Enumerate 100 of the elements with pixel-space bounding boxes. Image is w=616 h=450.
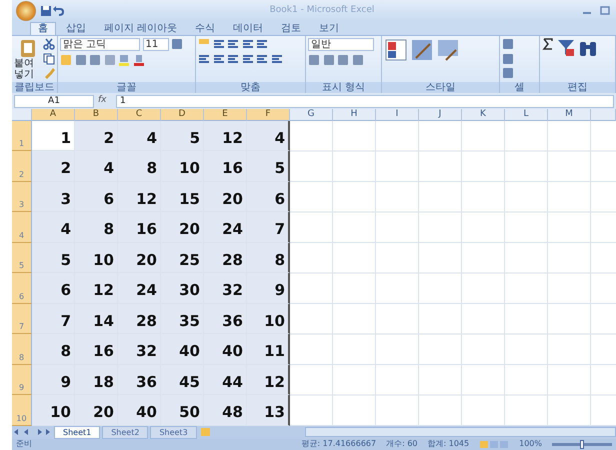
row-header[interactable]: 8 <box>12 334 32 365</box>
column-header[interactable]: E <box>204 108 247 121</box>
conditional-format-icon[interactable] <box>384 38 408 62</box>
table-cell: 16 <box>204 151 247 182</box>
zoom-slider-thumb[interactable] <box>580 440 584 449</box>
fill-color-icon[interactable] <box>118 54 130 66</box>
align-center-icon[interactable] <box>212 52 224 64</box>
row-header[interactable]: 5 <box>12 242 32 274</box>
table-cell: 12 <box>204 120 247 152</box>
status-mode: 준비 <box>16 438 32 450</box>
ribbon-tab[interactable]: 페이지 레이아웃 <box>96 22 186 35</box>
align-middle-icon[interactable] <box>212 38 224 50</box>
table-cell: 11 <box>247 334 290 365</box>
ribbon-tab[interactable]: 삽입 <box>58 22 94 35</box>
table-cell: 28 <box>118 304 161 334</box>
column-header[interactable]: J <box>419 108 462 121</box>
column-header[interactable]: L <box>505 108 548 121</box>
column-header[interactable]: D <box>161 108 204 121</box>
function-label[interactable]: fx <box>98 94 112 108</box>
table-cell: 45 <box>161 364 204 396</box>
table-cell: 3 <box>32 182 75 212</box>
group-label: 클립보드 <box>12 82 57 94</box>
column-header[interactable]: K <box>462 108 505 121</box>
table-cell: 6 <box>247 182 290 212</box>
orientation-icon[interactable] <box>242 38 254 50</box>
table-cell: 15 <box>161 182 204 212</box>
column-header[interactable]: B <box>75 108 118 121</box>
table-cell: 48 <box>204 395 247 426</box>
number-format-field[interactable]: 일반 <box>308 38 374 51</box>
row-header[interactable]: 6 <box>12 273 32 304</box>
column-header[interactable]: I <box>376 108 419 121</box>
group-label: 맞춤 <box>196 82 305 94</box>
sum-icon[interactable] <box>542 38 554 50</box>
table-cell: 20 <box>75 395 118 426</box>
sheet-tab[interactable]: Sheet1 <box>54 426 100 439</box>
align-left-icon[interactable] <box>198 52 210 64</box>
column-header[interactable]: H <box>333 108 376 121</box>
ribbon-tab[interactable]: 홈 <box>30 22 56 35</box>
row-header[interactable]: 10 <box>12 395 32 426</box>
indent-icon[interactable] <box>256 52 268 64</box>
table-cell: 12 <box>118 182 161 212</box>
table-cell: 40 <box>161 334 204 365</box>
column-header[interactable]: M <box>548 108 591 121</box>
ribbon-tab[interactable]: 수식 <box>187 22 224 35</box>
merge-icon[interactable] <box>270 52 282 64</box>
sort-filter-icon[interactable] <box>556 38 576 58</box>
horizontal-scrollbar[interactable] <box>304 427 616 438</box>
table-cell: 28 <box>204 242 247 274</box>
group-label: 편집 <box>540 82 615 94</box>
paste-label[interactable]: 붙여넣기 <box>14 58 41 80</box>
undo-icon[interactable] <box>52 4 64 17</box>
table-format-icon[interactable] <box>410 38 434 62</box>
wrap-text-icon[interactable] <box>256 38 268 50</box>
align-right-icon[interactable] <box>227 52 239 64</box>
table-cell: 2 <box>32 151 75 182</box>
column-header[interactable]: G <box>290 108 333 121</box>
office-button[interactable] <box>16 0 36 21</box>
column-header[interactable] <box>591 108 616 121</box>
ribbon-tab[interactable]: 검토 <box>273 22 310 35</box>
table-cell: 32 <box>204 273 247 304</box>
align-bottom-icon[interactable] <box>227 38 239 50</box>
column-header[interactable]: F <box>247 108 290 121</box>
row-header[interactable]: 3 <box>12 182 32 212</box>
maximize-icon[interactable] <box>598 6 612 16</box>
sheet-tab[interactable]: Sheet3 <box>150 426 197 439</box>
table-cell: 1 <box>32 120 75 152</box>
save-icon[interactable] <box>40 4 52 17</box>
table-cell: 4 <box>32 212 75 243</box>
ribbon-tab[interactable]: 데이터 <box>225 22 272 35</box>
table-cell: 9 <box>32 364 75 396</box>
select-all-button[interactable] <box>12 108 32 121</box>
table-cell: 36 <box>204 304 247 334</box>
font-size-field[interactable]: 11 <box>142 38 168 51</box>
font-color-icon[interactable] <box>132 54 144 66</box>
table-cell: 24 <box>204 212 247 243</box>
column-header[interactable]: C <box>118 108 161 121</box>
column-header[interactable]: A <box>32 108 75 121</box>
cell-style-icon[interactable] <box>436 38 460 62</box>
font-name-field[interactable]: 맑은 고딕 <box>60 38 140 51</box>
table-cell: 16 <box>75 334 118 365</box>
name-box[interactable]: A1 <box>14 94 94 108</box>
zoom-level[interactable]: 100% <box>519 438 542 450</box>
row-header[interactable]: 9 <box>12 364 32 396</box>
group-label: 스타일 <box>382 82 499 94</box>
table-cell: 6 <box>32 273 75 304</box>
row-header[interactable]: 4 <box>12 212 32 243</box>
table-cell: 24 <box>118 273 161 304</box>
sheet-tab[interactable]: Sheet2 <box>102 426 148 439</box>
table-cell: 8 <box>247 242 290 274</box>
ribbon-tab[interactable]: 보기 <box>311 22 348 35</box>
scissors-icon[interactable] <box>43 38 55 50</box>
row-header[interactable]: 2 <box>12 151 32 182</box>
row-header[interactable]: 7 <box>12 304 32 334</box>
sheet-nav-icon[interactable] <box>12 427 52 438</box>
table-cell: 16 <box>118 212 161 243</box>
table-cell: 12 <box>247 364 290 396</box>
row-header[interactable]: 1 <box>12 120 32 152</box>
copy-icon[interactable] <box>43 52 55 64</box>
formula-field[interactable]: 1 <box>116 94 614 108</box>
outdent-icon[interactable] <box>242 52 254 64</box>
